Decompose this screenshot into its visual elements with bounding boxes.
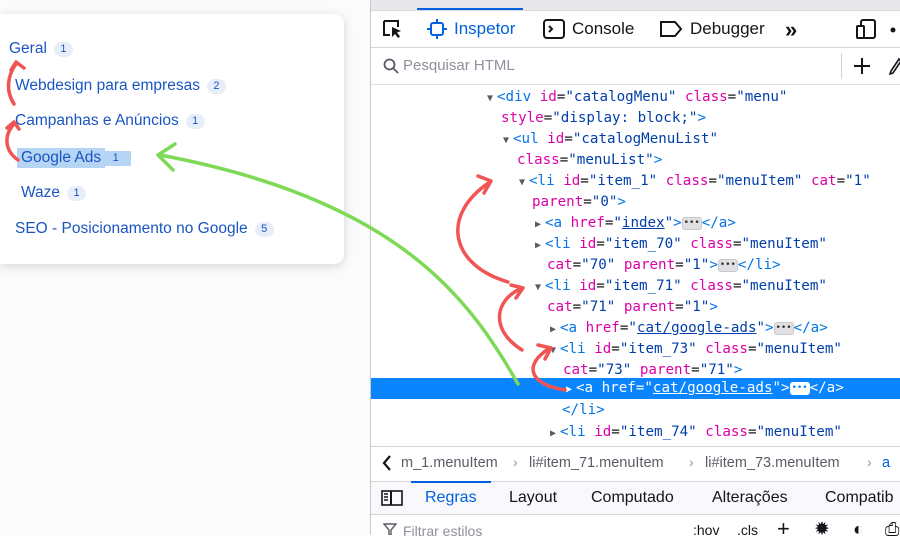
collapsed-twisty-icon[interactable]: ▶ — [546, 319, 560, 340]
breadcrumb-separator-icon: › — [513, 454, 518, 470]
markup-node-li-item-74[interactable]: ▶ <li id="item_74" class="menuItem" — [371, 422, 900, 443]
markup-node-li-close: </li> — [562, 402, 605, 418]
menu-item-label[interactable]: Campanhas e Anúncios — [15, 112, 179, 130]
markup-node-a-google-ads-selected[interactable]: ▶ <a href="cat/google-ads"> ••• </a> — [371, 378, 900, 399]
collapsed-twisty-icon[interactable]: ▶ — [562, 379, 576, 400]
filter-icon — [383, 523, 397, 535]
tab-layout[interactable]: Layout — [509, 489, 557, 507]
ellipsis-badge[interactable]: ••• — [681, 216, 702, 230]
devtools-toolbar: Inspetor Console Debugger » — [371, 8, 900, 48]
markup-node-ul[interactable]: ▼ <ul id="catalogMenuList" — [371, 129, 900, 150]
tab-computado[interactable]: Computado — [591, 489, 674, 507]
plus-icon[interactable]: + — [777, 516, 790, 542]
menu-item-webdesign[interactable]: Webdesign para empresas 2 — [15, 77, 226, 95]
markup-node-li-item-1-cont: parent="0"> — [532, 194, 626, 210]
count-badge: 1 — [53, 41, 73, 57]
html-search-bar: Pesquisar HTML — [371, 48, 900, 85]
markup-node-li-item-71-cont: cat="71" parent="1"> — [547, 299, 718, 315]
menu-item-label[interactable]: Geral — [9, 40, 47, 58]
breadcrumb-separator-icon: › — [867, 454, 872, 470]
markup-node-li-item-1[interactable]: ▼ <li id="item_1" class="menuItem" cat="1… — [371, 171, 900, 192]
count-badge: 1 — [185, 113, 205, 129]
markup-node-li-item-70-cont: cat="70" parent="1"> ••• </li> — [547, 257, 781, 273]
collapsed-twisty-icon[interactable]: ▶ — [531, 235, 545, 256]
element-picker-icon[interactable] — [381, 18, 405, 40]
chevron-left-icon[interactable] — [381, 454, 393, 472]
search-icon — [383, 58, 399, 74]
menu-item-label[interactable]: Waze — [21, 184, 60, 202]
ellipsis-badge[interactable]: ••• — [717, 258, 738, 272]
menu-item-waze[interactable]: Waze 1 — [21, 184, 87, 202]
count-badge: 1 — [105, 150, 132, 166]
sidebar-tabs: Regras Layout Computado Alterações Compa… — [371, 481, 900, 515]
ellipsis-badge[interactable]: ••• — [773, 321, 794, 335]
collapsed-twisty-icon[interactable]: ▶ — [531, 214, 545, 235]
menu-item-label[interactable]: Google Ads — [17, 148, 106, 168]
tab-debugger[interactable]: Debugger — [659, 11, 765, 47]
tab-alteracoes[interactable]: Alterações — [712, 489, 788, 507]
expanded-twisty-icon[interactable]: ▼ — [483, 88, 497, 109]
markup-node-div[interactable]: ▼ <div id="catalogMenu" class="menu" — [371, 87, 900, 108]
tab-label: Inspetor — [454, 19, 516, 38]
light-theme-icon[interactable]: ✹ — [814, 518, 830, 541]
breadcrumb-item[interactable]: m_1.menuItem — [401, 455, 498, 471]
breadcrumb-item[interactable]: li#item_73.menuItem — [705, 455, 840, 471]
expanded-twisty-icon[interactable]: ▼ — [531, 277, 545, 298]
tab-label: Debugger — [690, 19, 765, 38]
filter-styles-bar: Filtrar estilos :hov .cls + ✹ ◐ ⎙ — [371, 515, 900, 541]
console-icon — [543, 19, 565, 39]
print-media-icon[interactable]: ⎙ — [885, 519, 899, 540]
expanded-twisty-icon[interactable]: ▼ — [499, 130, 513, 151]
menu-item-label[interactable]: SEO - Posicionamento no Google — [15, 220, 248, 238]
count-badge: 2 — [206, 78, 226, 94]
eyedropper-icon[interactable] — [889, 57, 900, 75]
markup-node-a-index[interactable]: ▶ <a href="index"> ••• </a> — [371, 213, 900, 234]
plus-icon[interactable] — [852, 56, 872, 76]
markup-node-li-item-71[interactable]: ▼ <li id="item_71" class="menuItem" — [371, 276, 900, 297]
search-input[interactable]: Pesquisar HTML — [403, 57, 515, 74]
tab-regras[interactable]: Regras — [411, 481, 491, 507]
count-badge: 1 — [67, 185, 87, 201]
menu-item-campanhas[interactable]: Campanhas e Anúncios 1 — [15, 112, 205, 130]
catalog-menu: Geral 1 Webdesign para empresas 2 Campan… — [0, 14, 344, 264]
dark-theme-icon[interactable]: ◐ — [853, 519, 864, 540]
web-page: Geral 1 Webdesign para empresas 2 Campan… — [0, 0, 370, 535]
tab-inspector[interactable]: Inspetor — [416, 8, 524, 47]
breadcrumb-separator-icon: › — [689, 454, 694, 470]
menu-item-label[interactable]: Webdesign para empresas — [15, 77, 200, 95]
class-toggle[interactable]: .cls — [737, 522, 758, 538]
menu-item-geral[interactable]: Geral 1 — [9, 40, 73, 58]
expanded-twisty-icon[interactable]: ▼ — [515, 172, 529, 193]
toggle-sidebar-icon[interactable] — [381, 490, 403, 506]
chevron-double-right-icon[interactable]: » — [785, 17, 797, 43]
markup-node-li-item-73[interactable]: ▼ <li id="item_73" class="menuItem" — [371, 339, 900, 360]
collapsed-twisty-icon[interactable]: ▶ — [546, 423, 560, 444]
more-dots-icon[interactable] — [890, 27, 898, 33]
markup-tree: ▼ <div id="catalogMenu" class="menu" styl… — [371, 85, 900, 445]
breadcrumb-item[interactable]: li#item_71.menuItem — [529, 455, 664, 471]
count-badge: 5 — [254, 221, 274, 237]
markup-node-div-cont: style="display: block;"> — [501, 110, 707, 126]
markup-node-ul-cont: class="menuList"> — [517, 152, 663, 168]
hover-state-toggle[interactable]: :hov — [693, 522, 719, 538]
tab-label: Console — [572, 19, 635, 38]
breadcrumb-item-current[interactable]: a — [882, 455, 890, 471]
divider — [841, 53, 842, 79]
filter-styles-input[interactable]: Filtrar estilos — [403, 523, 482, 539]
markup-node-li-item-70[interactable]: ▶ <li id="item_70" class="menuItem" — [371, 234, 900, 255]
menu-item-google-ads[interactable]: Google Ads 1 — [17, 148, 132, 168]
markup-node-a-google-ads[interactable]: ▶ <a href="cat/google-ads"> ••• </a> — [371, 318, 900, 339]
devtools-panel: Inspetor Console Debugger » Pesquisar HT… — [370, 0, 900, 541]
debugger-icon — [659, 19, 683, 39]
breadcrumb: m_1.menuItem › li#item_71.menuItem › li#… — [371, 446, 900, 482]
menu-item-seo[interactable]: SEO - Posicionamento no Google 5 — [15, 220, 274, 238]
ellipsis-badge[interactable]: ••• — [789, 381, 810, 395]
inspector-icon — [427, 19, 447, 39]
expanded-twisty-icon[interactable]: ▼ — [546, 340, 560, 361]
tab-compatibilidade[interactable]: Compatib — [825, 489, 893, 507]
tab-console[interactable]: Console — [543, 11, 634, 47]
responsive-design-icon[interactable] — [856, 18, 878, 40]
